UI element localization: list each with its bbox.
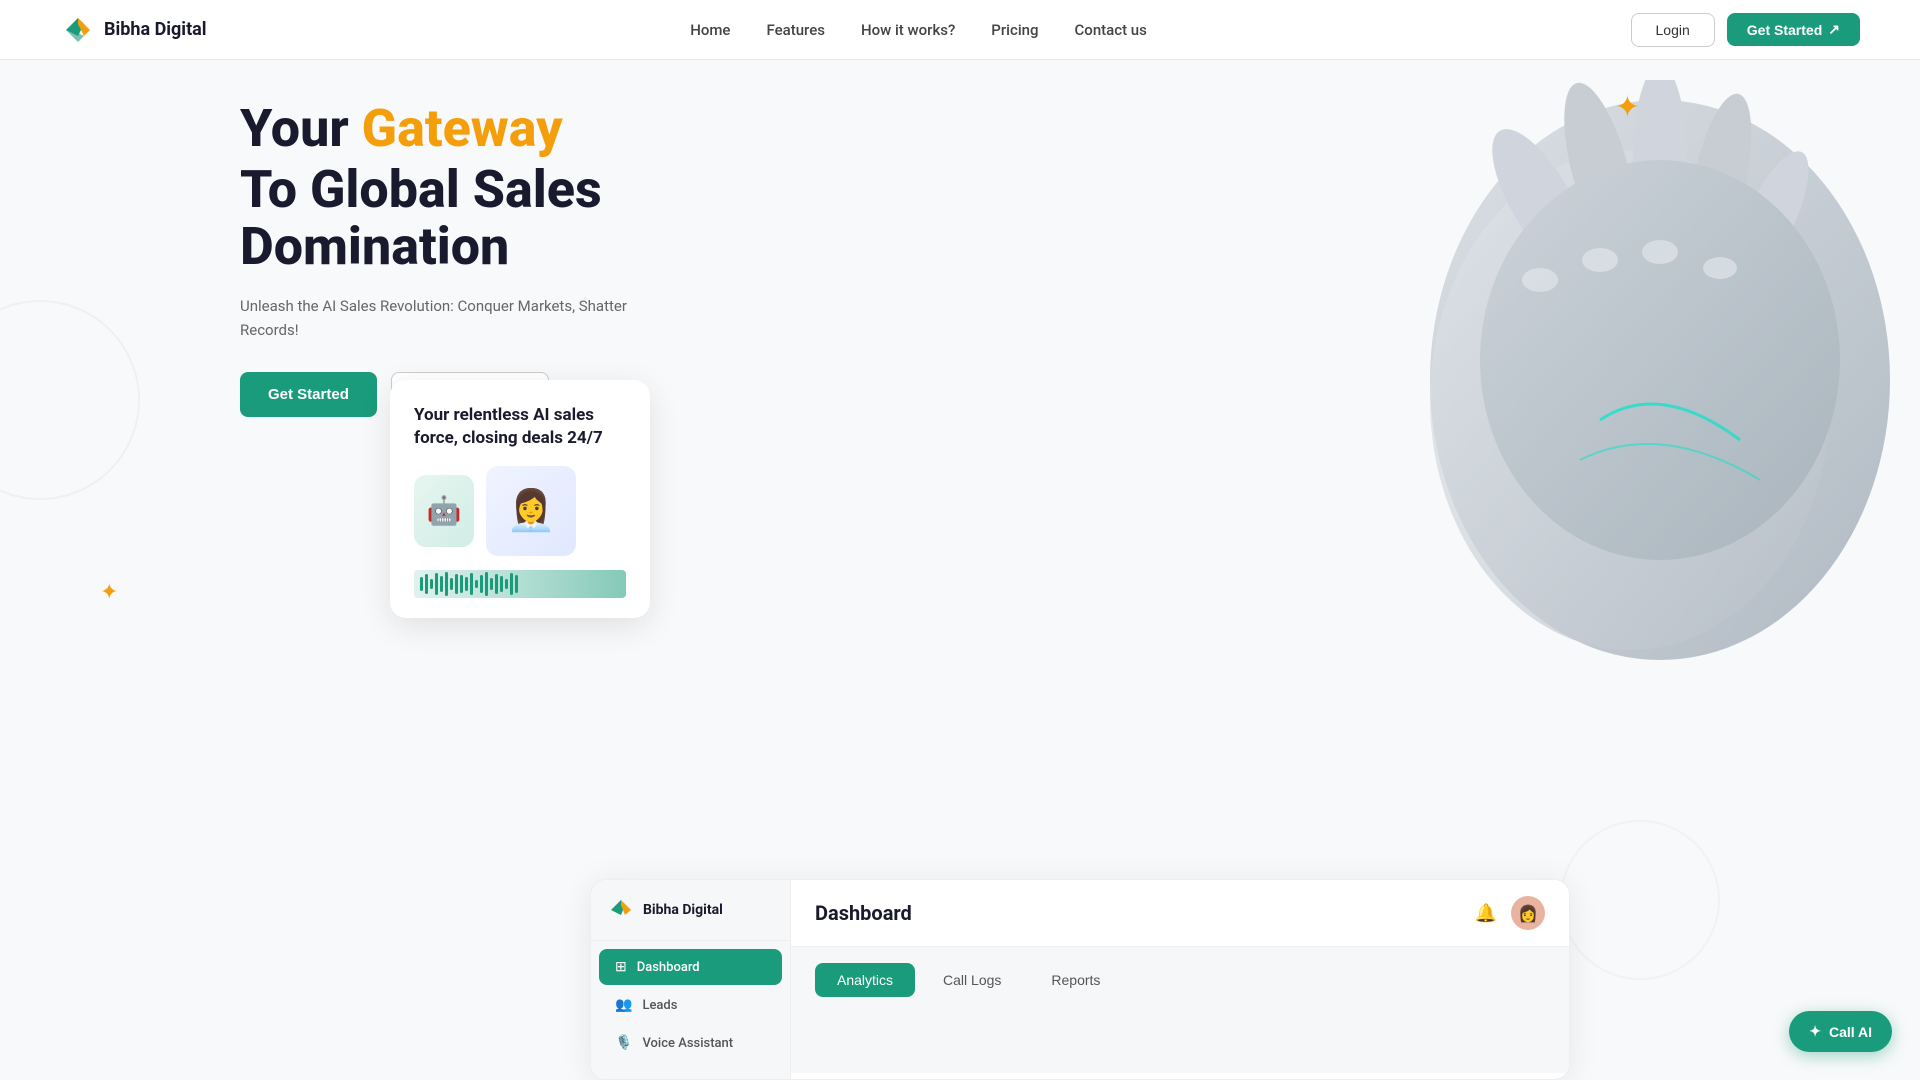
nav-logo-text: Bibha Digital <box>104 19 207 40</box>
hero-title-line2: To Global Sales Domination <box>240 161 800 275</box>
dashboard-sidebar: Bibha Digital ⊞ Dashboard 👥 Leads 🎙️ Voi… <box>591 880 791 1079</box>
logo-icon <box>60 12 96 48</box>
hero-get-started-button[interactable]: Get Started <box>240 372 377 417</box>
sidebar-item-voice-label: Voice Assistant <box>642 1036 733 1051</box>
tab-analytics[interactable]: Analytics <box>815 963 915 997</box>
hero-content: Your Gateway To Global Sales Domination … <box>240 100 800 417</box>
agent-icon-placeholder: 👩‍💼 <box>486 466 576 556</box>
dashboard-preview: Bibha Digital ⊞ Dashboard 👥 Leads 🎙️ Voi… <box>590 879 1570 1080</box>
call-ai-label: Call AI <box>1829 1024 1872 1040</box>
nav-link-features[interactable]: Features <box>766 21 824 39</box>
robot-icon-placeholder: 🤖 <box>414 475 474 547</box>
sidebar-logo: Bibha Digital <box>591 896 790 941</box>
star-decoration-left: ✦ <box>100 580 118 605</box>
hero-card: Your relentless AI sales force, closing … <box>390 380 650 618</box>
notification-bell-icon[interactable]: 🔔 <box>1475 903 1497 924</box>
sidebar-item-leads-label: Leads <box>642 998 677 1013</box>
star-decoration-top: ✦ <box>1615 90 1640 125</box>
decorative-circle-left <box>0 300 140 500</box>
dashboard-content-area <box>791 1013 1569 1073</box>
hero-card-title: Your relentless AI sales force, closing … <box>414 404 626 450</box>
hero-title-line1: Your Gateway <box>240 100 800 157</box>
dashboard-tabs: Analytics Call Logs Reports <box>791 947 1569 1013</box>
hero-card-content: 🤖 👩‍💼 <box>414 466 626 556</box>
sidebar-item-dashboard[interactable]: ⊞ Dashboard <box>599 949 782 985</box>
nav-links: Home Features How it works? Pricing Cont… <box>690 21 1147 39</box>
dashboard-preview-container: Bibha Digital ⊞ Dashboard 👥 Leads 🎙️ Voi… <box>240 839 1920 1080</box>
dashboard-header: Dashboard 🔔 👩 <box>791 880 1569 947</box>
arrow-icon: ↗ <box>1828 21 1840 38</box>
leads-icon: 👥 <box>615 997 632 1013</box>
tab-reports[interactable]: Reports <box>1029 963 1122 997</box>
login-button[interactable]: Login <box>1631 13 1715 47</box>
sidebar-logo-icon <box>607 896 635 924</box>
sidebar-item-voice-assistant[interactable]: 🎙️ Voice Assistant <box>599 1025 782 1061</box>
navbar: Bibha Digital Home Features How it works… <box>0 0 1920 60</box>
nav-link-pricing[interactable]: Pricing <box>991 21 1038 39</box>
waveform-visual <box>414 570 626 598</box>
hero-description: Unleash the AI Sales Revolution: Conquer… <box>240 294 660 342</box>
nav-logo: Bibha Digital <box>60 12 207 48</box>
voice-assistant-icon: 🎙️ <box>615 1035 632 1051</box>
dashboard-icon: ⊞ <box>615 959 627 975</box>
call-ai-icon: ✦ <box>1809 1023 1821 1040</box>
nav-link-home[interactable]: Home <box>690 21 730 39</box>
dashboard-inner: Bibha Digital ⊞ Dashboard 👥 Leads 🎙️ Voi… <box>591 880 1569 1079</box>
sidebar-logo-text: Bibha Digital <box>643 902 723 918</box>
dashboard-header-actions: 🔔 👩 <box>1475 896 1545 930</box>
dashboard-main: Dashboard 🔔 👩 Analytics Call Logs Report… <box>791 880 1569 1079</box>
nav-link-contact[interactable]: Contact us <box>1075 21 1147 39</box>
sidebar-item-leads[interactable]: 👥 Leads <box>599 987 782 1023</box>
sidebar-item-dashboard-label: Dashboard <box>637 960 700 975</box>
hero-title-accent: Gateway <box>362 98 563 159</box>
tab-call-logs[interactable]: Call Logs <box>921 963 1023 997</box>
call-ai-button[interactable]: ✦ Call AI <box>1789 1011 1892 1052</box>
user-avatar[interactable]: 👩 <box>1511 896 1545 930</box>
robot-hand-visual <box>1340 80 1920 680</box>
dashboard-title: Dashboard <box>815 901 912 925</box>
hero-section: ✦ ✦ Your Gateway To Global Sales Dominat… <box>0 0 1920 1080</box>
nav-actions: Login Get Started ↗ <box>1631 13 1860 47</box>
get-started-nav-button[interactable]: Get Started ↗ <box>1727 13 1860 46</box>
nav-link-how-it-works[interactable]: How it works? <box>861 21 955 39</box>
